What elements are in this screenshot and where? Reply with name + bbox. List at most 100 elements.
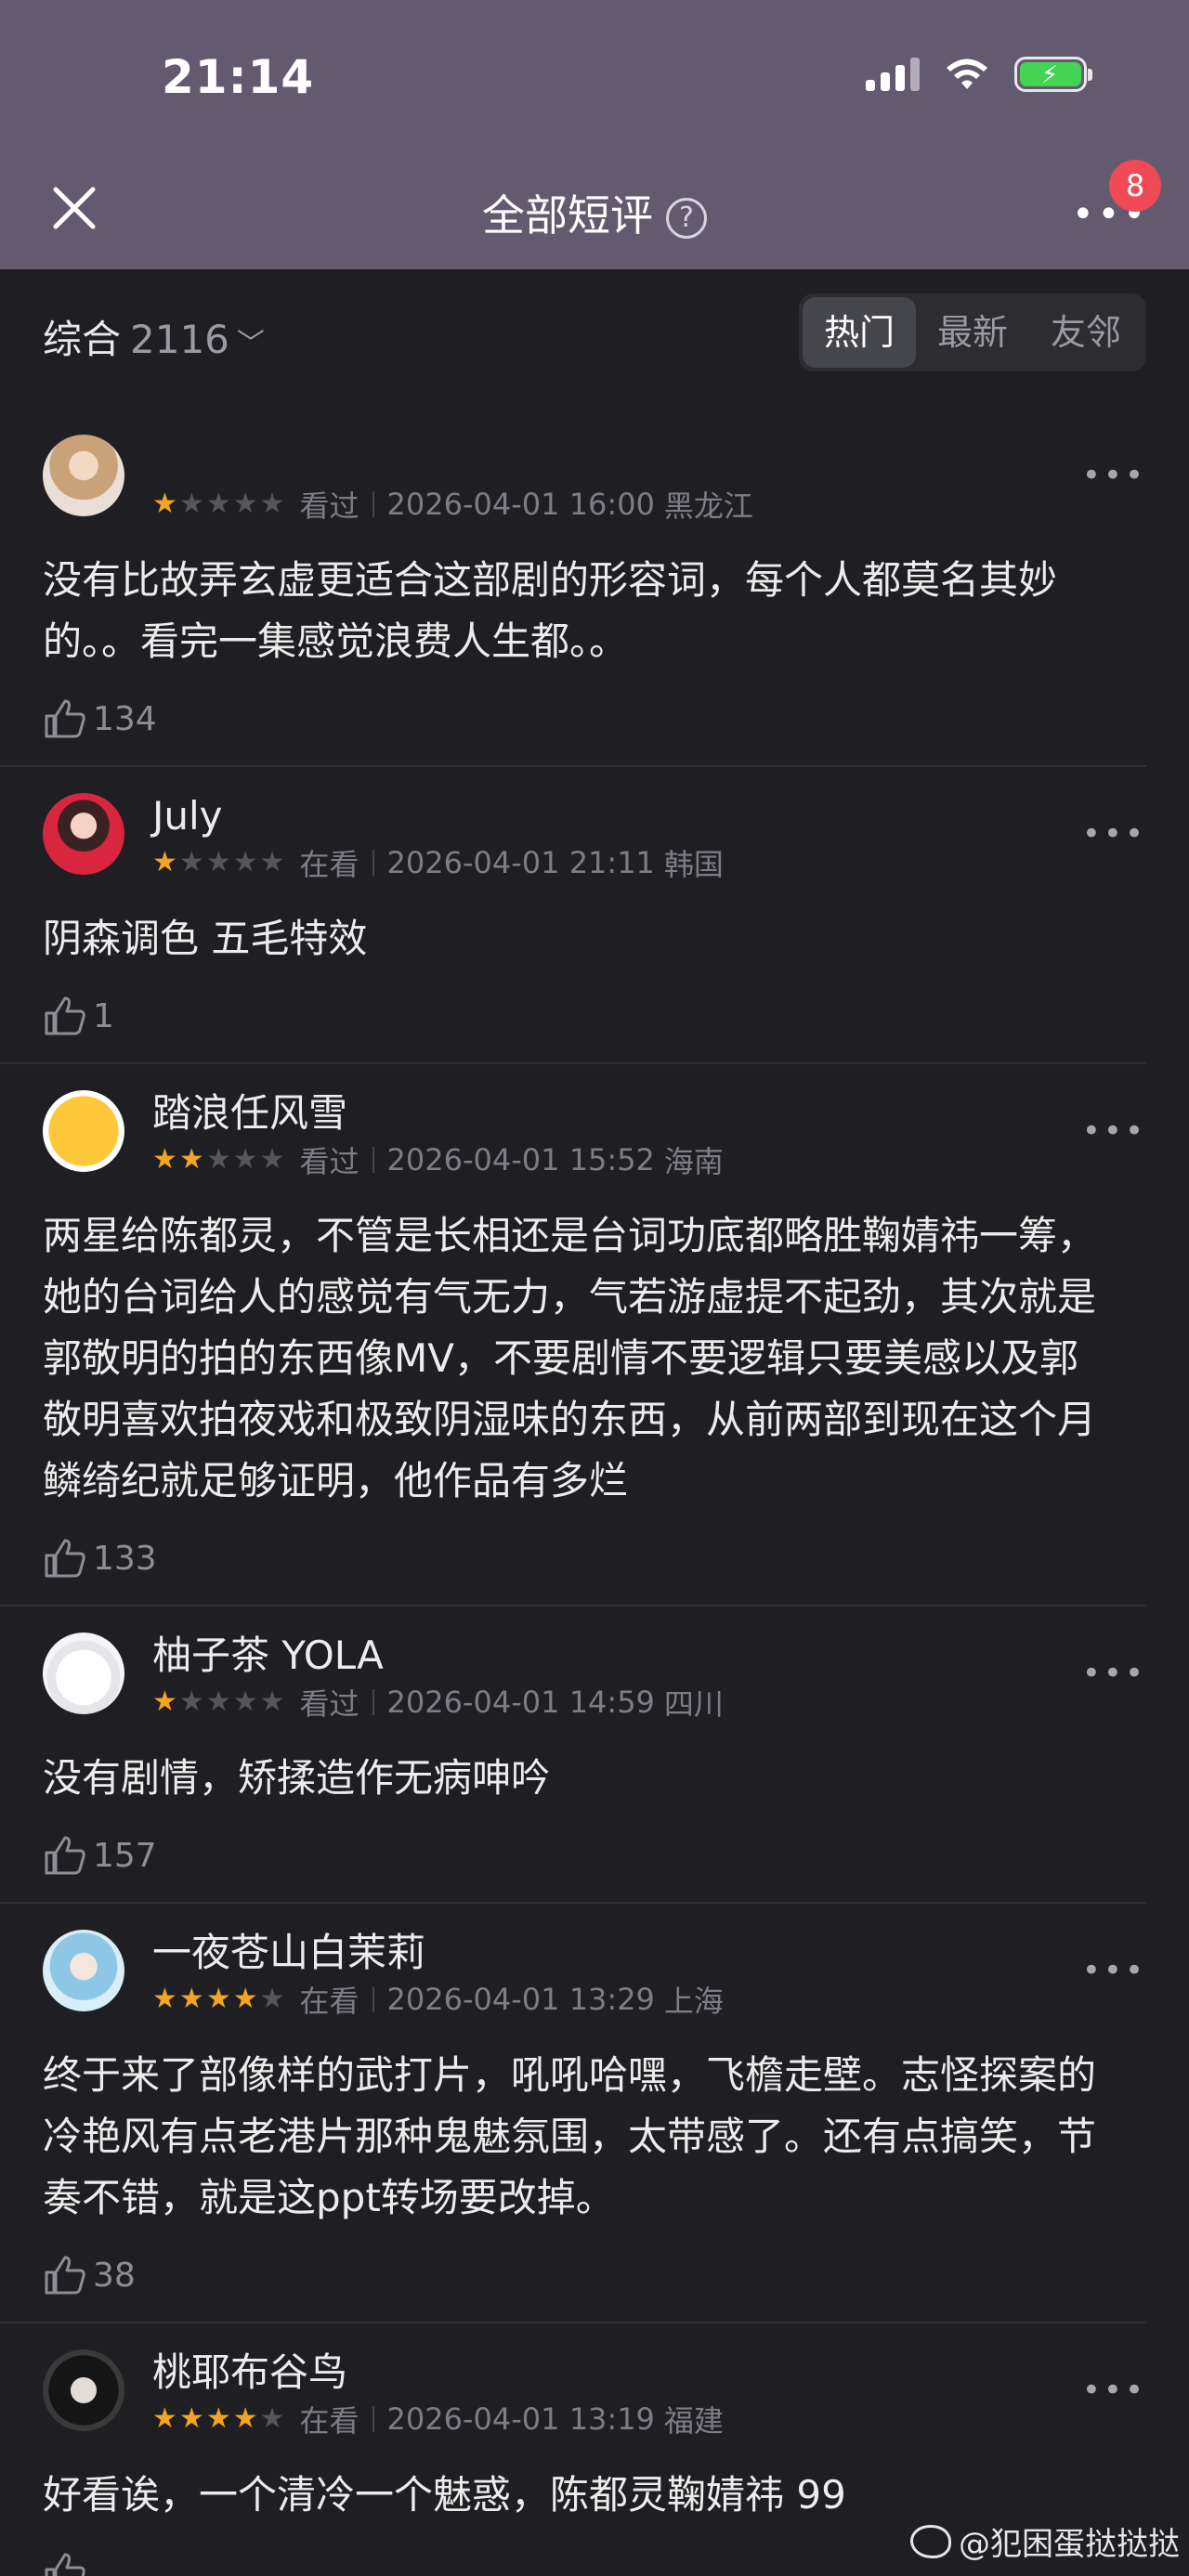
sort-count: 2116 xyxy=(130,317,229,362)
review-datetime: 2026-04-01 16:00 xyxy=(386,487,655,522)
reviewer-name[interactable] xyxy=(152,435,1104,481)
divider xyxy=(372,1147,374,1173)
like-count: 157 xyxy=(93,1836,157,1875)
notification-badge: 8 xyxy=(1109,160,1161,212)
more-options-icon[interactable]: ••• xyxy=(1082,1112,1146,1150)
rating-stars: ★ ★ ★ ★ ★ xyxy=(152,2405,285,2433)
star-icon: ★ xyxy=(152,1143,177,1176)
review-item: 踏浪任风雪 ★ ★ ★ ★ ★ 看过 2026-04-01 15:52 海南 ••• 两… xyxy=(0,1064,1146,1607)
watch-status: 看过 xyxy=(299,1686,359,1722)
more-options-icon[interactable]: ••• xyxy=(1082,815,1146,852)
review-location: 黑龙江 xyxy=(663,488,753,524)
like-count: 38 xyxy=(93,2256,136,2295)
review-text: 阴森调色 五毛特效 xyxy=(43,916,368,961)
like-button[interactable]: 1 xyxy=(43,969,1104,1062)
star-icon: ★ xyxy=(232,1143,258,1176)
thumb-up-icon xyxy=(45,996,85,1035)
more-options-icon[interactable]: ••• xyxy=(1082,2372,1146,2409)
weibo-logo-icon xyxy=(910,2524,951,2558)
avatar[interactable] xyxy=(43,1633,124,1714)
review-item: 柚子茶 YOLA ★ ★ ★ ★ ★ 看过 2026-04-01 14:59 四川 ••… xyxy=(0,1607,1146,1904)
avatar[interactable] xyxy=(43,2349,124,2431)
star-icon: ★ xyxy=(178,2402,204,2435)
reviewer-name[interactable]: 踏浪任风雪 xyxy=(152,1090,1104,1137)
star-icon: ★ xyxy=(178,846,204,878)
thumb-up-icon xyxy=(45,2256,85,2295)
reviewer-name[interactable]: 柚子茶 YOLA xyxy=(152,1633,1104,1679)
star-icon: ★ xyxy=(205,488,231,520)
sort-dropdown[interactable]: 综合 2116 ﹀ xyxy=(43,308,265,365)
like-button[interactable]: 38 xyxy=(43,2229,1104,2322)
tab-group: 热门 最新 友邻 xyxy=(799,293,1146,371)
more-options-icon[interactable]: ••• xyxy=(1082,1655,1146,1692)
sort-label: 综合 xyxy=(43,317,122,362)
review-location: 上海 xyxy=(663,1984,724,2019)
watch-status: 在看 xyxy=(299,2403,359,2439)
avatar[interactable] xyxy=(43,1090,124,1172)
reviewer-name[interactable]: 一夜苍山白茉莉 xyxy=(152,1930,1104,1976)
rating-stars: ★ ★ ★ ★ ★ xyxy=(152,1688,285,1716)
divider xyxy=(372,1689,374,1715)
review-datetime: 2026-04-01 21:11 xyxy=(386,845,655,880)
watch-status: 在看 xyxy=(299,847,359,882)
star-icon: ★ xyxy=(205,1685,231,1718)
review-meta: ★ ★ ★ ★ ★ 看过 2026-04-01 15:52 海南 xyxy=(152,1137,1104,1183)
like-button[interactable]: 157 xyxy=(43,1809,1104,1902)
rating-stars: ★ ★ ★ ★ ★ xyxy=(152,490,285,518)
status-icons: ⚡ xyxy=(866,56,1092,93)
star-icon: ★ xyxy=(259,2402,285,2435)
help-icon[interactable]: ? xyxy=(666,198,707,239)
avatar[interactable] xyxy=(43,1930,124,2011)
star-icon: ★ xyxy=(205,1983,231,2015)
more-options-icon[interactable]: ••• xyxy=(1082,457,1146,494)
star-icon: ★ xyxy=(205,846,231,878)
battery-icon: ⚡ xyxy=(1014,57,1092,92)
star-icon: ★ xyxy=(178,1685,204,1718)
star-icon: ★ xyxy=(259,1685,285,1718)
chevron-down-icon: ﹀ xyxy=(236,328,265,360)
rating-stars: ★ ★ ★ ★ ★ xyxy=(152,849,285,877)
reviewer-name[interactable]: 桃耶布谷鸟 xyxy=(152,2349,1104,2396)
watermark: @犯困蛋挞挞挞 xyxy=(910,2518,1180,2564)
star-icon: ★ xyxy=(205,2402,231,2435)
star-icon: ★ xyxy=(152,1685,177,1718)
review-text: 好看诶，一个清冷一个魅惑，陈都灵鞠婧祎 99 xyxy=(43,2472,846,2517)
review-item: 一夜苍山白茉莉 ★ ★ ★ ★ ★ 在看 2026-04-01 13:29 上海 •••… xyxy=(0,1904,1146,2323)
avatar[interactable] xyxy=(43,435,124,516)
avatar[interactable] xyxy=(43,793,124,875)
star-icon: ★ xyxy=(259,1143,285,1176)
like-count: 133 xyxy=(93,1539,157,1578)
like-count: 1 xyxy=(93,996,114,1035)
divider xyxy=(372,1986,374,2012)
review-location: 海南 xyxy=(663,1144,724,1179)
star-icon: ★ xyxy=(152,488,177,520)
page-title: 全部短评? xyxy=(0,182,1189,243)
review-text: 终于来了部像样的武打片，吼吼哈嘿，飞檐走壁。志怪探案的冷艳风有点老港片那种鬼魅氛… xyxy=(43,2052,1097,2220)
top-bar: 21:14 ⚡ 全部短评? ••• 8 xyxy=(0,0,1189,269)
review-location: 福建 xyxy=(663,2403,724,2439)
thumb-up-icon xyxy=(45,1539,85,1578)
review-meta: ★ ★ ★ ★ ★ 在看 2026-04-01 21:11 韩国 xyxy=(152,839,1104,886)
star-icon: ★ xyxy=(232,846,258,878)
more-options-icon[interactable]: ••• xyxy=(1082,1952,1146,1989)
watch-status: 看过 xyxy=(299,488,359,524)
review-item: ★ ★ ★ ★ ★ 看过 2026-04-01 16:00 黑龙江 ••• 没有比故弄玄… xyxy=(0,409,1146,767)
review-meta: ★ ★ ★ ★ ★ 在看 2026-04-01 13:29 上海 xyxy=(152,1976,1104,2023)
tab-latest[interactable]: 最新 xyxy=(916,297,1029,368)
star-icon: ★ xyxy=(205,1143,231,1176)
reviewer-name[interactable]: July xyxy=(152,793,1104,839)
tab-hot[interactable]: 热门 xyxy=(803,297,916,368)
thumb-up-icon xyxy=(45,1836,85,1875)
star-icon: ★ xyxy=(232,2402,258,2435)
review-text: 两星给陈都灵，不管是长相还是台词功底都略胜鞠婧祎一筹，她的台词给人的感觉有气无力… xyxy=(43,1213,1097,1503)
tab-friends[interactable]: 友邻 xyxy=(1029,297,1143,368)
status-time: 21:14 xyxy=(162,50,315,104)
divider xyxy=(372,850,374,876)
watch-status: 看过 xyxy=(299,1144,359,1179)
review-item: July ★ ★ ★ ★ ★ 在看 2026-04-01 21:11 韩国 ••• 阴森… xyxy=(0,767,1146,1064)
review-meta: ★ ★ ★ ★ ★ 看过 2026-04-01 16:00 黑龙江 xyxy=(152,481,1104,527)
review-datetime: 2026-04-01 14:59 xyxy=(386,1685,655,1720)
like-button[interactable]: 133 xyxy=(43,1512,1104,1605)
like-button[interactable]: 134 xyxy=(43,672,1104,765)
divider xyxy=(372,491,374,517)
